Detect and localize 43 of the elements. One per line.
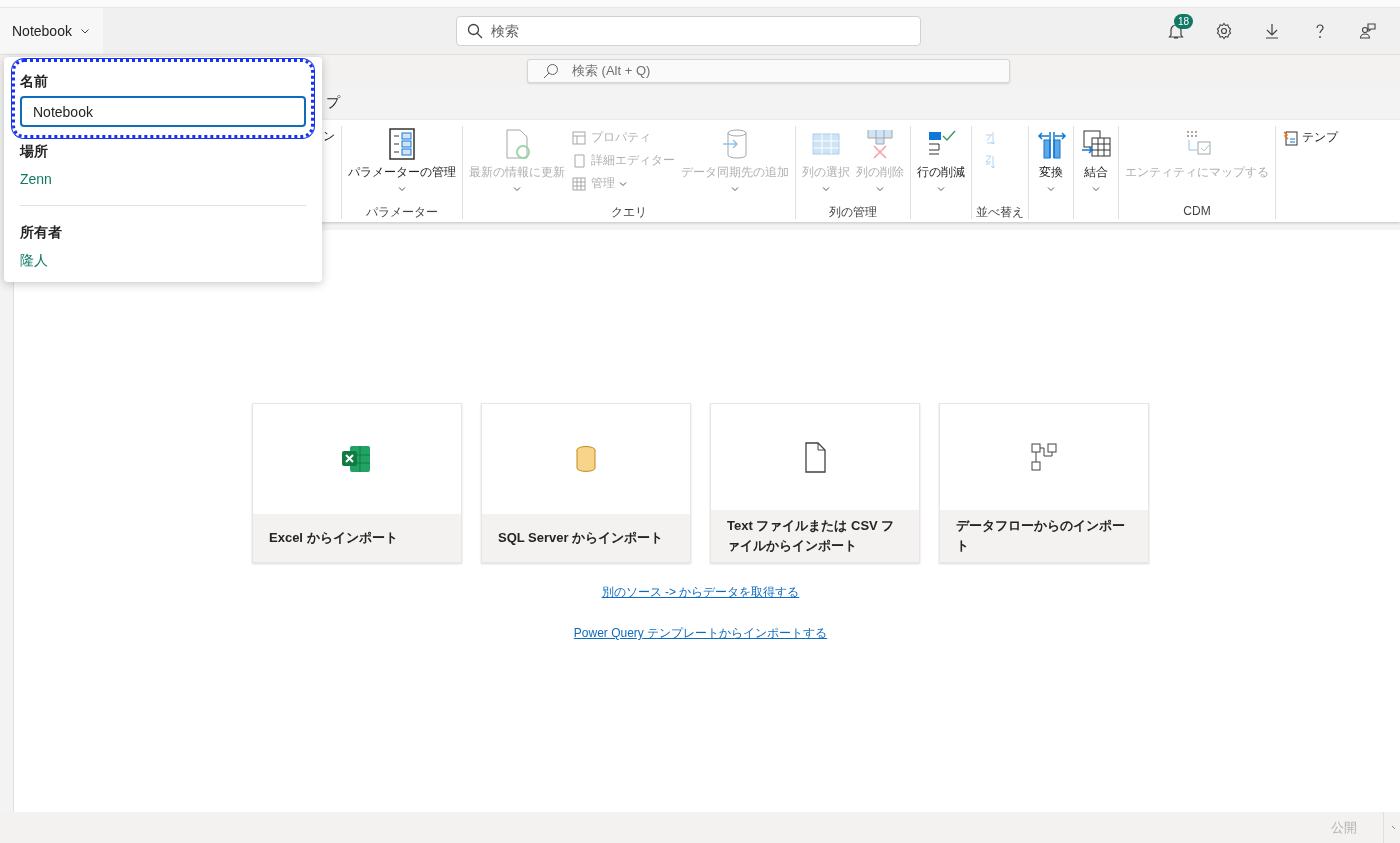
ribbon-icon [1080,128,1112,160]
download-icon [1263,22,1281,40]
ribbon-button[interactable]: 変換 [1033,126,1069,204]
group-label: CDM [1183,204,1211,218]
ribbon-button[interactable]: ン [321,126,337,204]
group-label: クエリ [611,205,647,219]
import-card[interactable]: Excel からインポート [252,403,462,563]
field-label: 名前 [20,73,49,91]
name-field[interactable]: Notebook [20,96,306,127]
field-label: 場所 [20,143,49,161]
import-link[interactable]: 別のソース -> からデータを取得する [601,584,800,601]
import-link[interactable]: Power Query テンプレートからインポートする [573,625,828,642]
person-chat-icon [1359,22,1377,40]
ribbon-icon [864,128,896,160]
ribbon-icon [571,175,587,192]
search-field[interactable]: 検索 [456,16,921,46]
notifications-button[interactable]: 18 [1160,15,1192,47]
notification-count: 18 [1174,14,1194,29]
import-card[interactable]: SQL Server からインポート [481,403,691,563]
ribbon-icon [571,152,587,169]
owner-link[interactable]: 隆人 [20,252,306,270]
ribbon-icon [1282,129,1298,146]
import-card[interactable]: Text ファイルまたは CSV ファイルからインポート [710,403,920,563]
ribbon-icon [386,128,418,160]
sort-icon [982,152,998,169]
title-dropdown[interactable]: Notebook [0,8,103,54]
search-icon [467,23,483,39]
search-icon [543,62,559,79]
search-field[interactable]: 検索 (Alt + Q) [527,58,1010,83]
ribbon-tab[interactable]: プ [322,94,344,112]
chevron-icon [79,26,90,36]
ribbon-icon [571,129,587,146]
import-card[interactable]: データフローからのインポート [939,403,1149,563]
ribbon-button[interactable]: 結合 [1078,126,1114,204]
field-label: 所有者 [20,224,63,242]
group-label: 並べ替え [976,205,1024,219]
location-link[interactable]: Zenn [20,171,306,187]
group-label: 列の管理 [829,205,877,219]
ribbon-button[interactable]: 行の削減 [915,126,967,204]
ribbon-button[interactable]: テンプ [1280,128,1340,147]
settings-icon [1215,22,1233,40]
ribbon-button[interactable]: パラメーターの管理 [346,126,458,204]
group-label: パラメーター [366,205,438,219]
